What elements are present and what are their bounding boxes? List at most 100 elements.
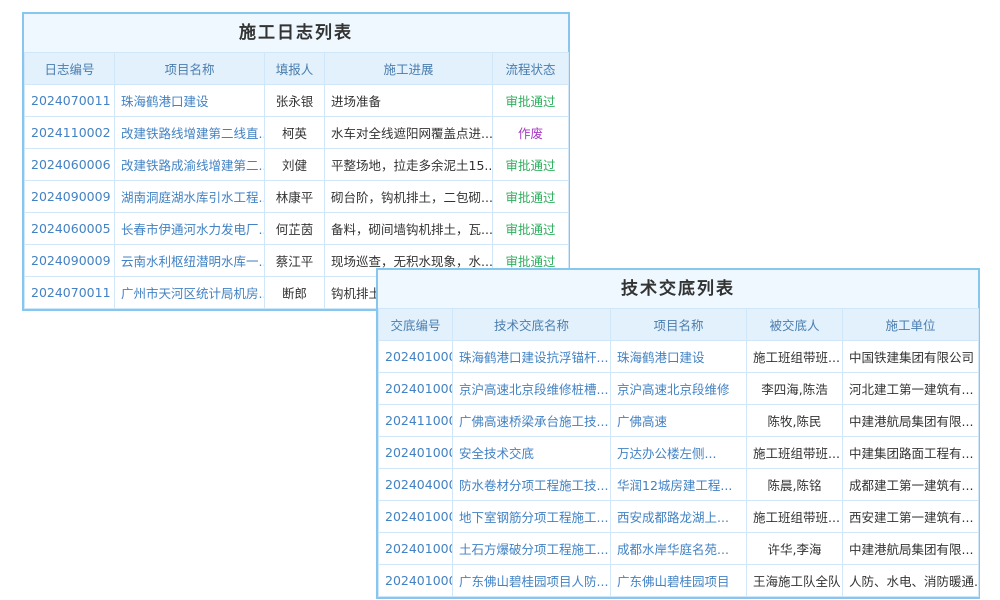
table-row: 2024090009湖南洞庭湖水库引水工程...林康平砌台阶，钩机排土，二包砌.… <box>25 181 569 213</box>
project-name-cell[interactable]: 广州市天河区统计局机房... <box>115 277 265 309</box>
table-row: 2024060006改建铁路成渝线增建第二...刘健平整场地，拉走多余泥土15.… <box>25 149 569 181</box>
log-id-cell[interactable]: 2024060006 <box>25 149 115 181</box>
column-header-reporter: 填报人 <box>265 53 325 85</box>
log-id-cell[interactable]: 2024090009 <box>25 181 115 213</box>
project-name-cell[interactable]: 京沪高速北京段维修 <box>611 373 747 405</box>
table-row: 2024110001广佛高速桥梁承台施工技...广佛高速陈牧,陈民中建港航局集团… <box>379 405 979 437</box>
project-name-cell[interactable]: 万达办公楼左侧... <box>611 437 747 469</box>
log-id-cell[interactable]: 2024090009 <box>25 245 115 277</box>
disclosure-id-cell[interactable]: 2024010003 <box>379 341 453 373</box>
table-row: 2024110002改建铁路线增建第二线直...柯英水车对全线遮阳网覆盖点进..… <box>25 117 569 149</box>
column-header-disclosure-id: 交底编号 <box>379 309 453 341</box>
project-name-cell[interactable]: 西安成都路龙湖上... <box>611 501 747 533</box>
reporter-cell: 断郎 <box>265 277 325 309</box>
reporter-cell: 何芷茵 <box>265 213 325 245</box>
flow-status-cell: 作废 <box>493 117 569 149</box>
column-header-flow-status: 流程状态 <box>493 53 569 85</box>
disclosure-name-cell[interactable]: 广东佛山碧桂园项目人防... <box>453 565 611 597</box>
disclosed-person-cell: 施工班组带班... <box>747 501 843 533</box>
progress-cell: 备料，砌间墙钩机排土，瓦... <box>325 213 493 245</box>
construction-unit-cell: 中建港航局集团有限... <box>843 533 979 565</box>
project-name-cell[interactable]: 广东佛山碧桂园项目 <box>611 565 747 597</box>
table-header-row: 日志编号 项目名称 填报人 施工进展 流程状态 <box>25 53 569 85</box>
column-header-project-name: 项目名称 <box>115 53 265 85</box>
disclosed-person-cell: 施工班组带班... <box>747 341 843 373</box>
table-row: 2024040001防水卷材分项工程施工技...华润12城房建工程...陈晨,陈… <box>379 469 979 501</box>
disclosure-name-cell[interactable]: 京沪高速北京段维修桩槽... <box>453 373 611 405</box>
flow-status-cell: 审批通过 <box>493 181 569 213</box>
log-id-cell[interactable]: 2024070011 <box>25 85 115 117</box>
disclosure-id-cell[interactable]: 2024010001 <box>379 565 453 597</box>
table-row: 2024010003珠海鹤港口建设抗浮锚杆...珠海鹤港口建设施工班组带班...… <box>379 341 979 373</box>
technical-disclosure-table-body: 2024010003珠海鹤港口建设抗浮锚杆...珠海鹤港口建设施工班组带班...… <box>379 341 979 597</box>
reporter-cell: 蔡江平 <box>265 245 325 277</box>
column-header-disclosed-person: 被交底人 <box>747 309 843 341</box>
table-row: 2024010004京沪高速北京段维修桩槽...京沪高速北京段维修李四海,陈浩河… <box>379 373 979 405</box>
technical-disclosure-title: 技术交底列表 <box>378 270 978 308</box>
table-row: 2024060005长春市伊通河水力发电厂...何芷茵备料，砌间墙钩机排土，瓦.… <box>25 213 569 245</box>
table-row: 2024010001广东佛山碧桂园项目人防...广东佛山碧桂园项目王海施工队全队… <box>379 565 979 597</box>
project-name-cell[interactable]: 成都水岸华庭名苑... <box>611 533 747 565</box>
column-header-log-id: 日志编号 <box>25 53 115 85</box>
construction-unit-cell: 中国铁建集团有限公司 <box>843 341 979 373</box>
reporter-cell: 刘健 <box>265 149 325 181</box>
disclosure-id-cell[interactable]: 2024010004 <box>379 373 453 405</box>
construction-unit-cell: 西安建工第一建筑有... <box>843 501 979 533</box>
log-id-cell[interactable]: 2024060005 <box>25 213 115 245</box>
disclosed-person-cell: 许华,李海 <box>747 533 843 565</box>
disclosure-id-cell[interactable]: 2024010002 <box>379 501 453 533</box>
project-name-cell[interactable]: 湖南洞庭湖水库引水工程... <box>115 181 265 213</box>
construction-unit-cell: 成都建工第一建筑有... <box>843 469 979 501</box>
construction-unit-cell: 河北建工第一建筑有... <box>843 373 979 405</box>
column-header-construction-unit: 施工单位 <box>843 309 979 341</box>
disclosed-person-cell: 王海施工队全队 <box>747 565 843 597</box>
table-header-row: 交底编号 技术交底名称 项目名称 被交底人 施工单位 <box>379 309 979 341</box>
disclosure-name-cell[interactable]: 广佛高速桥梁承台施工技... <box>453 405 611 437</box>
technical-disclosure-panel: 技术交底列表 交底编号 技术交底名称 项目名称 被交底人 施工单位 202401… <box>376 268 980 599</box>
technical-disclosure-table: 交底编号 技术交底名称 项目名称 被交底人 施工单位 2024010003珠海鹤… <box>378 308 979 597</box>
table-row: 2024010002地下室钢筋分项工程施工...西安成都路龙湖上...施工班组带… <box>379 501 979 533</box>
disclosure-id-cell[interactable]: 2024010002 <box>379 533 453 565</box>
progress-cell: 进场准备 <box>325 85 493 117</box>
disclosed-person-cell: 陈晨,陈铭 <box>747 469 843 501</box>
disclosure-name-cell[interactable]: 地下室钢筋分项工程施工... <box>453 501 611 533</box>
project-name-cell[interactable]: 改建铁路线增建第二线直... <box>115 117 265 149</box>
construction-log-panel: 施工日志列表 日志编号 项目名称 填报人 施工进展 流程状态 202407001… <box>22 12 570 311</box>
page: { "colors": { "panel_border": "#87c6ee",… <box>0 0 1000 600</box>
table-row: 2024010002土石方爆破分项工程施工...成都水岸华庭名苑...许华,李海… <box>379 533 979 565</box>
project-name-cell[interactable]: 广佛高速 <box>611 405 747 437</box>
reporter-cell: 柯英 <box>265 117 325 149</box>
disclosure-id-cell[interactable]: 2024010003 <box>379 437 453 469</box>
progress-cell: 平整场地，拉走多余泥土15... <box>325 149 493 181</box>
column-header-disclosure-name: 技术交底名称 <box>453 309 611 341</box>
disclosure-name-cell[interactable]: 安全技术交底 <box>453 437 611 469</box>
disclosure-id-cell[interactable]: 2024040001 <box>379 469 453 501</box>
progress-cell: 水车对全线遮阳网覆盖点进... <box>325 117 493 149</box>
project-name-cell[interactable]: 珠海鹤港口建设 <box>611 341 747 373</box>
progress-cell: 砌台阶，钩机排土，二包砌... <box>325 181 493 213</box>
reporter-cell: 林康平 <box>265 181 325 213</box>
table-row: 2024010003安全技术交底万达办公楼左侧...施工班组带班...中建集团路… <box>379 437 979 469</box>
flow-status-cell: 审批通过 <box>493 149 569 181</box>
column-header-progress: 施工进展 <box>325 53 493 85</box>
project-name-cell[interactable]: 长春市伊通河水力发电厂... <box>115 213 265 245</box>
reporter-cell: 张永银 <box>265 85 325 117</box>
construction-unit-cell: 中建集团路面工程有... <box>843 437 979 469</box>
column-header-project-name: 项目名称 <box>611 309 747 341</box>
project-name-cell[interactable]: 云南水利枢纽潜明水库一... <box>115 245 265 277</box>
disclosed-person-cell: 陈牧,陈民 <box>747 405 843 437</box>
disclosure-id-cell[interactable]: 2024110001 <box>379 405 453 437</box>
project-name-cell[interactable]: 珠海鹤港口建设 <box>115 85 265 117</box>
project-name-cell[interactable]: 改建铁路成渝线增建第二... <box>115 149 265 181</box>
construction-log-title: 施工日志列表 <box>24 14 568 52</box>
disclosure-name-cell[interactable]: 防水卷材分项工程施工技... <box>453 469 611 501</box>
project-name-cell[interactable]: 华润12城房建工程... <box>611 469 747 501</box>
flow-status-cell: 审批通过 <box>493 213 569 245</box>
log-id-cell[interactable]: 2024110002 <box>25 117 115 149</box>
disclosed-person-cell: 李四海,陈浩 <box>747 373 843 405</box>
disclosure-name-cell[interactable]: 珠海鹤港口建设抗浮锚杆... <box>453 341 611 373</box>
flow-status-cell: 审批通过 <box>493 85 569 117</box>
log-id-cell[interactable]: 2024070011 <box>25 277 115 309</box>
construction-unit-cell: 人防、水电、消防暖通... <box>843 565 979 597</box>
disclosure-name-cell[interactable]: 土石方爆破分项工程施工... <box>453 533 611 565</box>
